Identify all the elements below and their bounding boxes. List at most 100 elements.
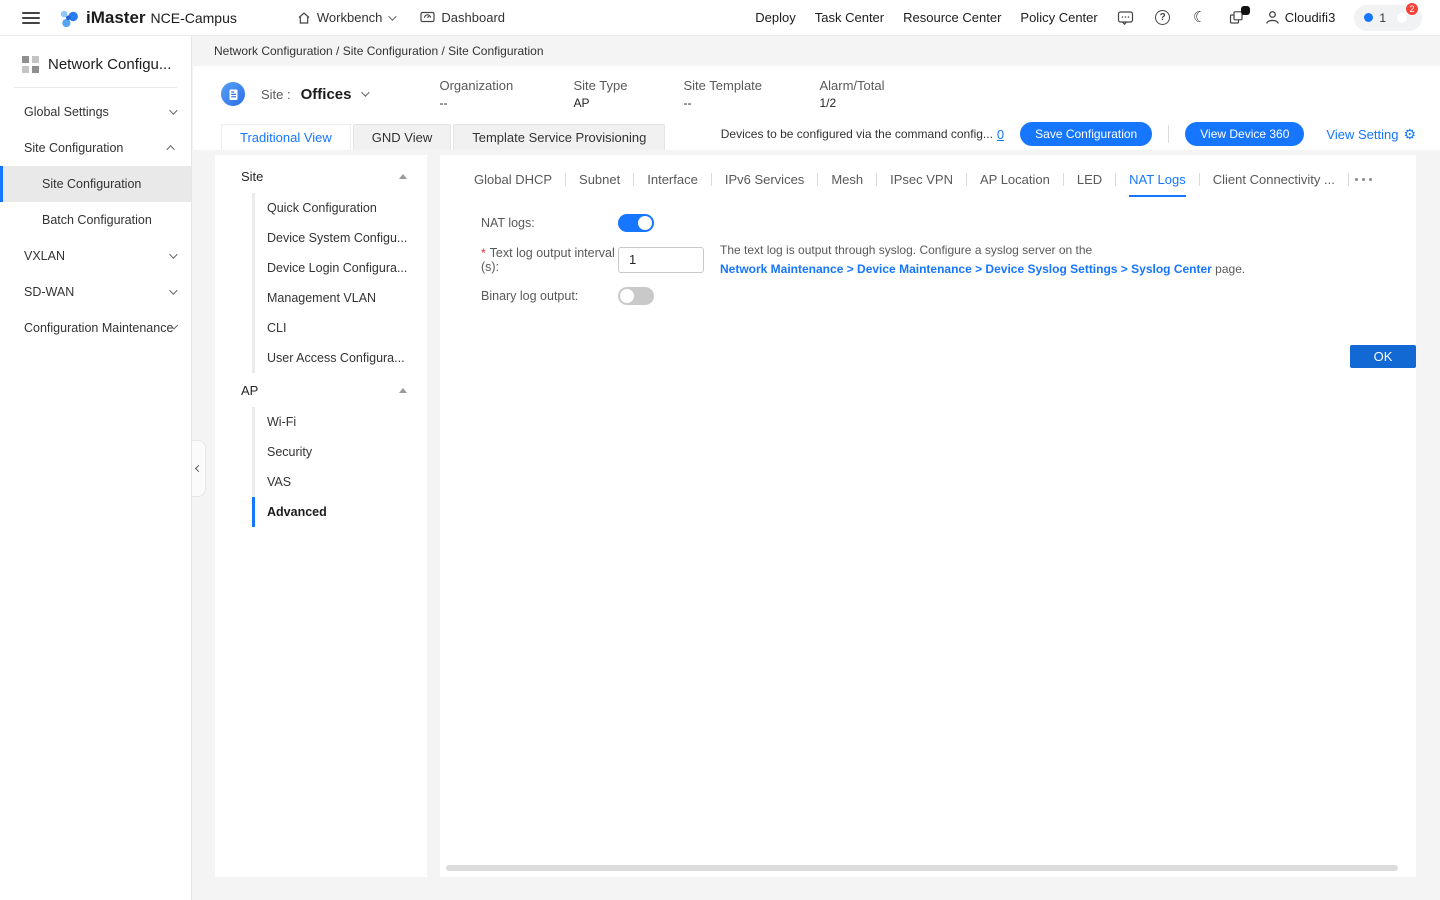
package-notifications-icon[interactable]	[1228, 9, 1246, 27]
tree-item-user-access-configuration[interactable]: User Access Configura...	[252, 343, 427, 373]
chevron-down-icon	[173, 324, 178, 329]
nav-policy-center[interactable]: Policy Center	[1020, 10, 1097, 25]
toolbar-divider	[1168, 125, 1169, 143]
dashboard-icon	[420, 11, 435, 24]
nav-deploy[interactable]: Deploy	[755, 10, 795, 25]
tab-subnet[interactable]: Subnet	[579, 166, 620, 193]
scrollbar-thumb[interactable]	[446, 865, 1398, 871]
tree-ap-items: Wi-Fi Security VAS Advanced	[252, 407, 427, 527]
interval-label: Text log output interval (s):	[481, 246, 618, 274]
content-region: Network Configuration / Site Configurati…	[193, 36, 1440, 900]
notice-ring[interactable]: 2	[1392, 8, 1412, 28]
hamburger-menu-icon[interactable]	[22, 9, 40, 27]
horizontal-scrollbar[interactable]	[446, 865, 1408, 871]
tab-global-dhcp[interactable]: Global DHCP	[474, 166, 552, 193]
binary-log-row: Binary log output:	[481, 278, 1392, 314]
tree-item-cli[interactable]: CLI	[252, 313, 427, 343]
workbench-menu[interactable]: Workbench	[297, 10, 395, 25]
app-sidebar: Network Configu... Global Settings Site …	[0, 36, 192, 900]
chevron-down-icon	[389, 12, 397, 20]
chevron-down-icon	[169, 286, 177, 294]
tree-item-advanced[interactable]: Advanced	[252, 497, 427, 527]
interval-input[interactable]	[618, 247, 704, 273]
sidebar-title-label: Network Configu...	[48, 56, 171, 73]
sidebar-item-vxlan[interactable]: VXLAN	[0, 238, 191, 274]
status-pill[interactable]: 1 2	[1354, 5, 1422, 31]
tab-traditional-view[interactable]: Traditional View	[221, 124, 351, 150]
nav-resource-center[interactable]: Resource Center	[903, 10, 1001, 25]
tree-item-vas[interactable]: VAS	[252, 467, 427, 497]
field-alarm-total: Alarm/Total 1/2	[819, 78, 884, 110]
dashboard-menu[interactable]: Dashboard	[420, 10, 505, 25]
dashboard-label: Dashboard	[441, 10, 505, 25]
sidebar-item-global-settings[interactable]: Global Settings	[0, 94, 191, 130]
dark-mode-moon-icon[interactable]: ☾	[1191, 9, 1209, 27]
imaster-logo-icon	[58, 7, 80, 29]
sidebar-title: Network Configu...	[0, 36, 191, 87]
nav-task-center[interactable]: Task Center	[815, 10, 884, 25]
user-icon	[1265, 10, 1280, 25]
panels: Site Quick Configuration Device System C…	[215, 155, 1416, 877]
field-organization: Organization --	[439, 78, 573, 110]
tab-template-service-provisioning[interactable]: Template Service Provisioning	[453, 124, 665, 150]
chevron-down-icon[interactable]	[362, 88, 370, 96]
field-site-template: Site Template --	[683, 78, 819, 110]
tab-ap-location[interactable]: AP Location	[980, 166, 1050, 193]
tree-item-management-vlan[interactable]: Management VLAN	[252, 283, 427, 313]
field-site-type: Site Type AP	[573, 78, 683, 110]
tree-item-quick-configuration[interactable]: Quick Configuration	[252, 193, 427, 223]
sidebar-divider	[14, 87, 177, 88]
help-icon[interactable]: ?	[1154, 9, 1172, 27]
site-name-dropdown[interactable]: Offices	[301, 86, 352, 103]
tree-site-items: Quick Configuration Device System Config…	[252, 193, 427, 373]
sidebar-collapse-handle[interactable]	[192, 440, 206, 497]
breadcrumb: Network Configuration / Site Configurati…	[193, 36, 1440, 66]
ok-button[interactable]: OK	[1350, 345, 1416, 368]
binary-log-toggle[interactable]	[618, 287, 654, 305]
notification-badge-dot	[1241, 6, 1250, 15]
tab-gnd-view[interactable]: GND View	[353, 124, 451, 150]
settings-panel: Global DHCP Subnet Interface IPv6 Servic…	[440, 155, 1416, 877]
syslog-center-link[interactable]: Network Maintenance > Device Maintenance…	[720, 262, 1212, 276]
devices-count-link[interactable]: 0	[997, 127, 1004, 142]
user-menu[interactable]: Cloudifi3	[1265, 10, 1336, 25]
view-device-360-button[interactable]: View Device 360	[1185, 122, 1304, 146]
tree-group-ap[interactable]: AP	[215, 373, 427, 407]
tab-mesh[interactable]: Mesh	[831, 166, 863, 193]
content-tabs: Global DHCP Subnet Interface IPv6 Servic…	[464, 155, 1392, 203]
site-info-row: Site : Offices Organization -- Site Type…	[193, 66, 1440, 122]
tree-item-security[interactable]: Security	[252, 437, 427, 467]
site-header-band: Site : Offices Organization -- Site Type…	[193, 66, 1440, 150]
tab-ipsec-vpn[interactable]: IPsec VPN	[890, 166, 953, 193]
tree-item-wifi[interactable]: Wi-Fi	[252, 407, 427, 437]
nat-logs-toggle[interactable]	[618, 214, 654, 232]
view-tabs-row: Traditional View GND View Template Servi…	[193, 122, 1440, 150]
view-setting-link[interactable]: View Setting ⚙	[1326, 127, 1416, 142]
chevron-down-icon	[169, 250, 177, 258]
tree-item-device-login-configuration[interactable]: Device Login Configura...	[252, 253, 427, 283]
alarm-count: 1	[1379, 11, 1386, 25]
tab-ipv6-services[interactable]: IPv6 Services	[725, 166, 804, 193]
tab-client-connectivity[interactable]: Client Connectivity ...	[1213, 166, 1335, 193]
sidebar-item-site-configuration-group[interactable]: Site Configuration	[0, 130, 191, 166]
binary-log-label: Binary log output:	[481, 289, 618, 303]
sidebar-item-sd-wan[interactable]: SD-WAN	[0, 274, 191, 310]
sidebar-item-batch-configuration[interactable]: Batch Configuration	[0, 202, 191, 238]
sidebar-item-site-configuration[interactable]: Site Configuration	[0, 166, 191, 202]
tab-interface[interactable]: Interface	[647, 166, 698, 193]
username: Cloudifi3	[1285, 10, 1336, 25]
chevron-left-icon	[195, 465, 202, 472]
tree-group-site[interactable]: Site	[215, 159, 427, 193]
tab-led[interactable]: LED	[1077, 166, 1102, 193]
sidebar-item-configuration-maintenance[interactable]: Configuration Maintenance	[0, 310, 191, 346]
topbar-right: Deploy Task Center Resource Center Polic…	[755, 5, 1440, 31]
feedback-bubble-icon[interactable]	[1117, 9, 1135, 27]
save-configuration-button[interactable]: Save Configuration	[1020, 122, 1152, 146]
tab-nat-logs[interactable]: NAT Logs	[1129, 166, 1186, 193]
collapse-triangle-icon	[399, 174, 407, 179]
home-icon	[297, 11, 311, 25]
more-tabs-ellipsis-icon[interactable]	[1353, 172, 1374, 187]
tree-item-device-system-configuration[interactable]: Device System Configu...	[252, 223, 427, 253]
notice-count-badge: 2	[1405, 2, 1419, 16]
collapse-triangle-icon	[399, 388, 407, 393]
